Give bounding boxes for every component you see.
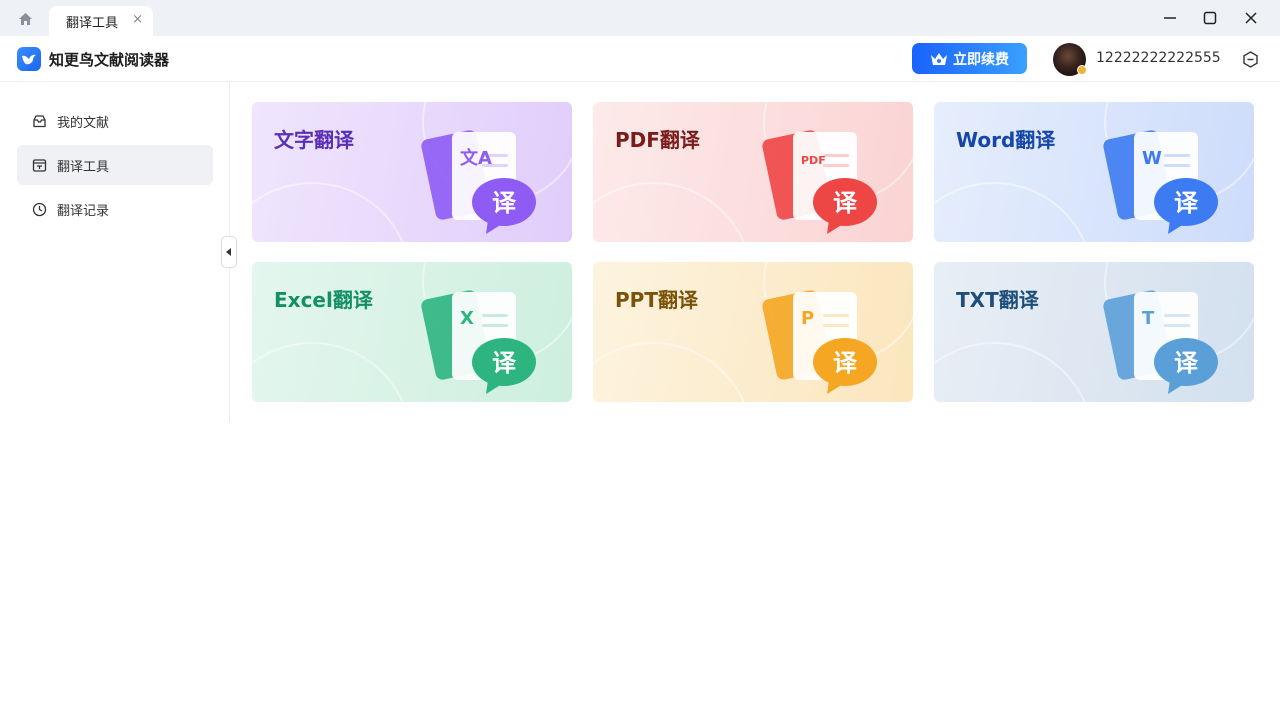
app-title: 知更鸟文献阅读器	[49, 51, 170, 69]
hexagon-settings-icon	[1243, 51, 1258, 68]
card-title: Word翻译	[956, 128, 1056, 152]
app-header: 知更鸟文献阅读器 立即续费 12222222222555	[0, 36, 1280, 82]
username[interactable]: 12222222222555	[1096, 50, 1221, 66]
doc-type-glyph: 文A	[460, 147, 492, 169]
card-title: PPT翻译	[615, 288, 698, 312]
document-translate-icon: 文A译	[421, 130, 536, 234]
decorative-ring	[593, 342, 753, 402]
card-ppt-translate[interactable]: PPT翻译 P 译	[593, 262, 913, 402]
settings-button[interactable]	[1241, 50, 1260, 69]
sidebar-item-label: 翻译工具	[57, 159, 110, 175]
doc-type-glyph: P	[801, 308, 814, 329]
library-icon	[33, 114, 46, 127]
close-window-button[interactable]	[1240, 8, 1262, 28]
translate-badge: 译	[1174, 349, 1199, 377]
doc-type-glyph: PDF	[801, 154, 826, 167]
tab-translate-tools[interactable]: 翻译工具 ×	[49, 6, 153, 36]
document-translate-icon: PDF 译	[762, 130, 877, 234]
doc-type-glyph: T	[1142, 308, 1155, 329]
close-icon	[1245, 12, 1257, 24]
bird-logo-icon	[22, 54, 36, 65]
home-icon	[18, 13, 32, 25]
sidebar-item-label: 我的文献	[57, 115, 110, 131]
card-excel-translate[interactable]: Excel翻译 X 译	[252, 262, 572, 402]
translate-badge: 译	[492, 349, 517, 377]
translate-badge: 译	[1174, 189, 1199, 217]
translate-badge: 译	[833, 189, 858, 217]
renew-button[interactable]: 立即续费	[912, 43, 1027, 74]
vip-badge-icon	[1077, 65, 1087, 75]
decorative-ring	[934, 342, 1094, 402]
app-logo	[17, 47, 41, 71]
doc-type-glyph: W	[1142, 148, 1162, 169]
tab-label: 翻译工具	[66, 15, 119, 31]
document-translate-icon: W译	[1103, 130, 1218, 234]
tab-close-button[interactable]: ×	[132, 13, 143, 27]
translate-tool-icon	[32, 158, 47, 172]
decorative-ring	[593, 182, 753, 242]
history-clock-icon	[32, 202, 47, 216]
card-txt-translate[interactable]: TXT翻译 T 译	[934, 262, 1254, 402]
card-pdf-translate[interactable]: PDF翻译 PDF 译	[593, 102, 913, 242]
decorative-ring	[252, 182, 412, 242]
card-title: Excel翻译	[274, 288, 373, 312]
sidebar: 我的文献 翻译工具 翻译记录	[0, 82, 237, 422]
document-translate-icon: T译	[1103, 290, 1218, 394]
document-translate-icon: P译	[762, 290, 877, 394]
doc-type-glyph: X	[460, 308, 474, 329]
document-translate-icon: X译	[421, 290, 536, 394]
card-title: TXT翻译	[956, 288, 1039, 312]
translate-badge: 译	[492, 189, 517, 217]
sidebar-item-my-library[interactable]: 我的文献	[17, 101, 213, 141]
maximize-button[interactable]	[1199, 8, 1221, 28]
minimize-icon	[1164, 17, 1176, 19]
collapse-sidebar-button[interactable]	[221, 236, 237, 268]
title-bar: 翻译工具 ×	[0, 0, 1280, 36]
translate-badge: 译	[833, 349, 858, 377]
decorative-ring	[934, 182, 1094, 242]
decorative-ring	[252, 342, 412, 402]
minimize-button[interactable]	[1159, 8, 1181, 28]
sidebar-item-history[interactable]: 翻译记录	[17, 189, 213, 229]
maximize-icon	[1203, 11, 1217, 25]
sidebar-item-label: 翻译记录	[57, 203, 110, 219]
home-button[interactable]	[14, 10, 36, 28]
renew-label: 立即续费	[953, 51, 1009, 68]
crown-icon	[931, 52, 947, 65]
caret-left-icon	[226, 248, 231, 256]
card-word-translate[interactable]: Word翻译 W 译	[934, 102, 1254, 242]
card-text-translate[interactable]: 文字翻译 文A 译	[252, 102, 572, 242]
card-title: PDF翻译	[615, 128, 700, 152]
sidebar-item-translate-tools[interactable]: 翻译工具	[17, 145, 213, 185]
card-title: 文字翻译	[274, 128, 354, 152]
